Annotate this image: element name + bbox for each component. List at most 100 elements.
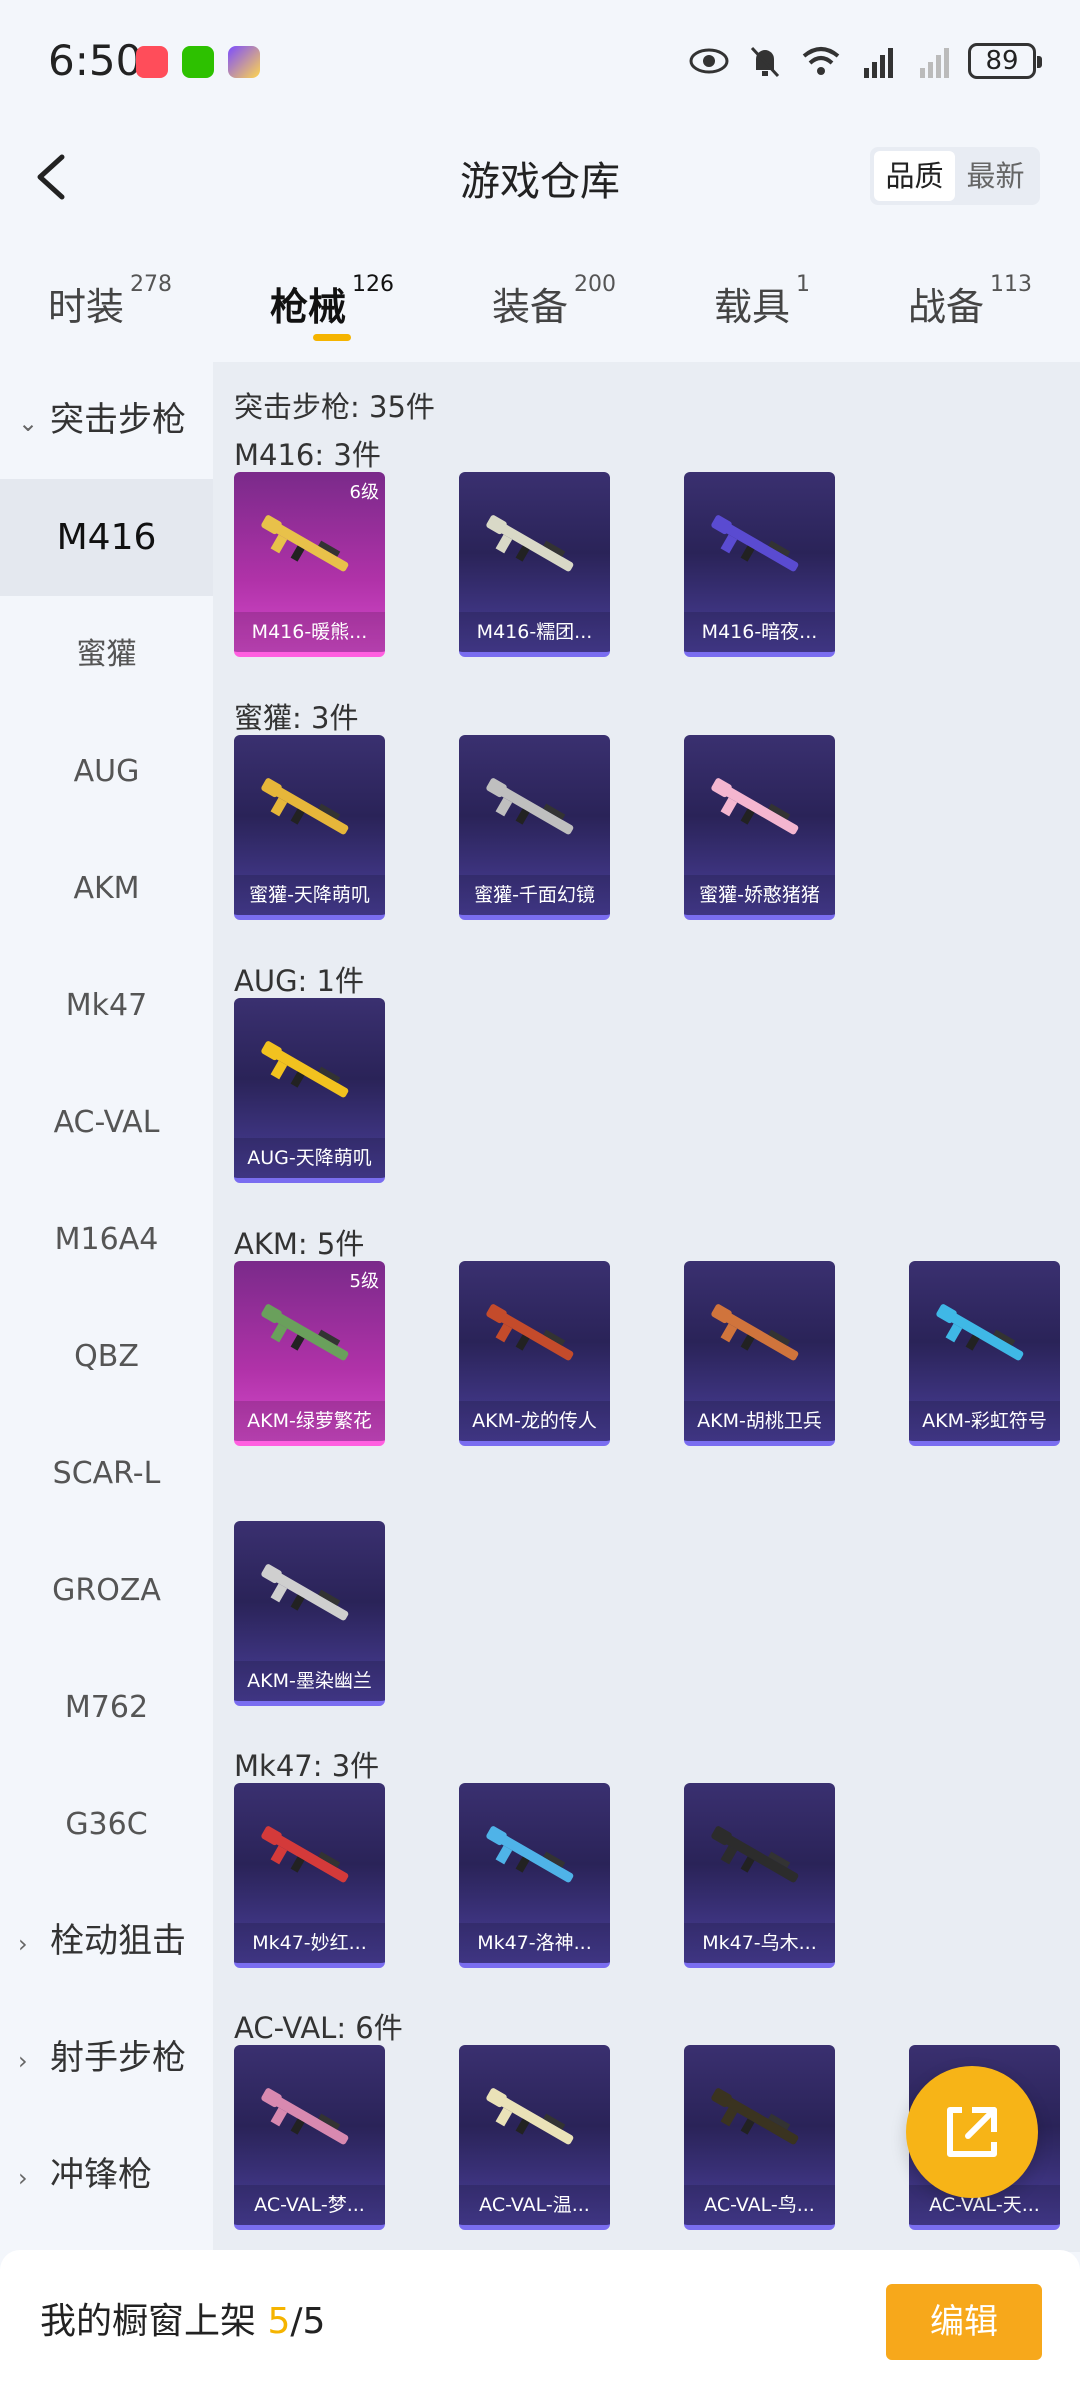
sidebar-item-groza[interactable]: GROZA (0, 1532, 213, 1649)
category-tabs: 时装278 枪械126 装备200 载具1 战备113 (0, 250, 1080, 360)
chevron-right-icon: › (18, 1930, 28, 1958)
level-badge: 6级 (349, 482, 379, 503)
sort-newest-button[interactable]: 最新 (955, 151, 1036, 201)
rifle-skin-icon (711, 1304, 799, 1361)
status-time: 6:50 (48, 36, 143, 85)
tab-supplies[interactable]: 战备113 (908, 272, 1032, 331)
sort-quality-button[interactable]: 品质 (874, 151, 955, 201)
skin-name: AC-VAL-梦... (234, 2185, 385, 2225)
skin-name: Mk47-妙红... (234, 1923, 385, 1963)
rifle-skin-icon (486, 515, 574, 572)
sidebar-category-marksman[interactable]: › 射手步枪 (0, 2000, 213, 2117)
skin-name: M416-暗夜... (684, 612, 835, 652)
tab-label: 战备 (908, 285, 985, 329)
tab-count: 278 (130, 272, 173, 297)
chevron-right-icon: › (18, 2164, 28, 2192)
sidebar-item-qbz[interactable]: QBZ (0, 1298, 213, 1415)
tab-equipment[interactable]: 装备200 (492, 272, 616, 331)
skin-name: 蜜獾-娇憨猪猪 (684, 875, 835, 915)
tab-count: 113 (990, 272, 1033, 297)
skin-card[interactable]: AKM-彩虹符号 (909, 1261, 1060, 1446)
rifle-skin-icon (261, 515, 349, 572)
share-button[interactable] (906, 2066, 1038, 2198)
tab-label: 载具 (714, 285, 791, 329)
sidebar-item-m16a4[interactable]: M16A4 (0, 1181, 213, 1298)
skin-name: 蜜獾-天降萌叽 (234, 875, 385, 915)
skin-card[interactable]: Mk47-洛神... (459, 1783, 610, 1968)
category-heading: 突击步枪: 35件 (234, 390, 435, 424)
skin-card[interactable]: Mk47-乌木... (684, 1783, 835, 1968)
skin-card[interactable]: AUG-天降萌叽 (234, 998, 385, 1183)
tab-firearms[interactable]: 枪械126 (270, 272, 394, 331)
sidebar-category-assault-rifles[interactable]: ⌄ 突击步枪 (0, 362, 213, 479)
tab-outfits[interactable]: 时装278 (48, 272, 172, 331)
skin-card[interactable]: 6级 M416-暖熊... (234, 472, 385, 657)
sidebar-category-label: 射手步枪 (50, 2038, 186, 2078)
tab-count: 1 (796, 272, 811, 297)
rifle-skin-icon (261, 2088, 349, 2145)
sidebar-item-ac-val[interactable]: AC-VAL (0, 1064, 213, 1181)
skin-card[interactable]: 5级 AKM-绿萝繁花 (234, 1261, 385, 1446)
skin-name: M416-暖熊... (234, 612, 385, 652)
skin-card[interactable]: M416-糯团... (459, 472, 610, 657)
skin-name: AC-VAL-温... (459, 2185, 610, 2225)
sidebar-category-label: 栓动狙击 (50, 1921, 186, 1961)
chevron-down-icon: ⌄ (18, 409, 39, 437)
mute-bell-icon (744, 40, 786, 82)
skin-card[interactable]: AC-VAL-鸟... (684, 2045, 835, 2230)
sidebar-item-honey-badger[interactable]: 蜜獾 (0, 596, 213, 713)
skin-card[interactable]: AKM-墨染幽兰 (234, 1521, 385, 1706)
rifle-skin-icon (261, 1304, 349, 1361)
skin-name: Mk47-乌木... (684, 1923, 835, 1963)
skin-card[interactable]: 蜜獾-天降萌叽 (234, 735, 385, 920)
sidebar-category-label: 冲锋枪 (50, 2155, 152, 2195)
skin-card[interactable]: 蜜獾-千面幻镜 (459, 735, 610, 920)
sidebar-category-label: 突击步枪 (50, 400, 186, 440)
status-bar: 6:50 89 (0, 0, 1080, 125)
sidebar-category-smg[interactable]: › 冲锋枪 (0, 2117, 213, 2234)
signal-off-icon (912, 40, 954, 82)
skin-card[interactable]: AC-VAL-温... (459, 2045, 610, 2230)
showcase-label: 我的橱窗上架 (40, 2301, 257, 2342)
sidebar-item-m416[interactable]: M416 (0, 479, 213, 596)
sidebar-category-bolt-action[interactable]: › 栓动狙击 (0, 1883, 213, 2000)
skin-name: AUG-天降萌叽 (234, 1138, 385, 1178)
item-grid: 突击步枪: 35件 M416: 3件 6级 M416-暖熊... M416-糯团...… (213, 362, 1080, 2252)
header: 游戏仓库 品质 最新 (0, 125, 1080, 230)
skin-card[interactable]: M416-暗夜... (684, 472, 835, 657)
rifle-skin-icon (261, 778, 349, 835)
sidebar-item-akm[interactable]: AKM (0, 830, 213, 947)
showcase-bar: 我的橱窗上架 5/5 编辑 (0, 2250, 1080, 2381)
group-heading: AUG: 1件 (234, 964, 364, 998)
rifle-skin-icon (261, 1826, 349, 1883)
rifle-skin-icon (711, 1826, 799, 1883)
rifle-skin-icon (711, 2088, 799, 2145)
share-external-icon (947, 2107, 997, 2157)
skin-card[interactable]: AC-VAL-梦... (234, 2045, 385, 2230)
wechat-app-icon (182, 46, 214, 78)
skin-card[interactable]: AKM-胡桃卫兵 (684, 1261, 835, 1446)
rifle-skin-icon (486, 2088, 574, 2145)
edit-button[interactable]: 编辑 (886, 2284, 1042, 2360)
group-heading: Mk47: 3件 (234, 1749, 380, 1783)
rifle-skin-icon (711, 778, 799, 835)
skin-card[interactable]: AKM-龙的传人 (459, 1261, 610, 1446)
rifle-skin-icon (261, 1564, 349, 1621)
tab-vehicles[interactable]: 载具1 (714, 272, 810, 331)
sidebar-item-aug[interactable]: AUG (0, 713, 213, 830)
skin-name: AKM-绿萝繁花 (234, 1401, 385, 1441)
group-heading: AKM: 5件 (234, 1227, 365, 1261)
sidebar-item-scar-l[interactable]: SCAR-L (0, 1415, 213, 1532)
skin-card[interactable]: 蜜獾-娇憨猪猪 (684, 735, 835, 920)
active-tab-indicator (313, 334, 351, 341)
skin-card[interactable]: Mk47-妙红... (234, 1783, 385, 1968)
tab-label: 时装 (48, 285, 125, 329)
rifle-skin-icon (711, 515, 799, 572)
sidebar-item-g36c[interactable]: G36C (0, 1766, 213, 1883)
sidebar: ⌄ 突击步枪 M416 蜜獾 AUG AKM Mk47 AC-VAL M16A4 … (0, 362, 213, 2252)
sidebar-item-m762[interactable]: M762 (0, 1649, 213, 1766)
shopping-app-icon (136, 46, 168, 78)
battery-icon: 89 (968, 43, 1042, 79)
sidebar-item-mk47[interactable]: Mk47 (0, 947, 213, 1064)
showcase-total: /5 (290, 2301, 326, 2342)
